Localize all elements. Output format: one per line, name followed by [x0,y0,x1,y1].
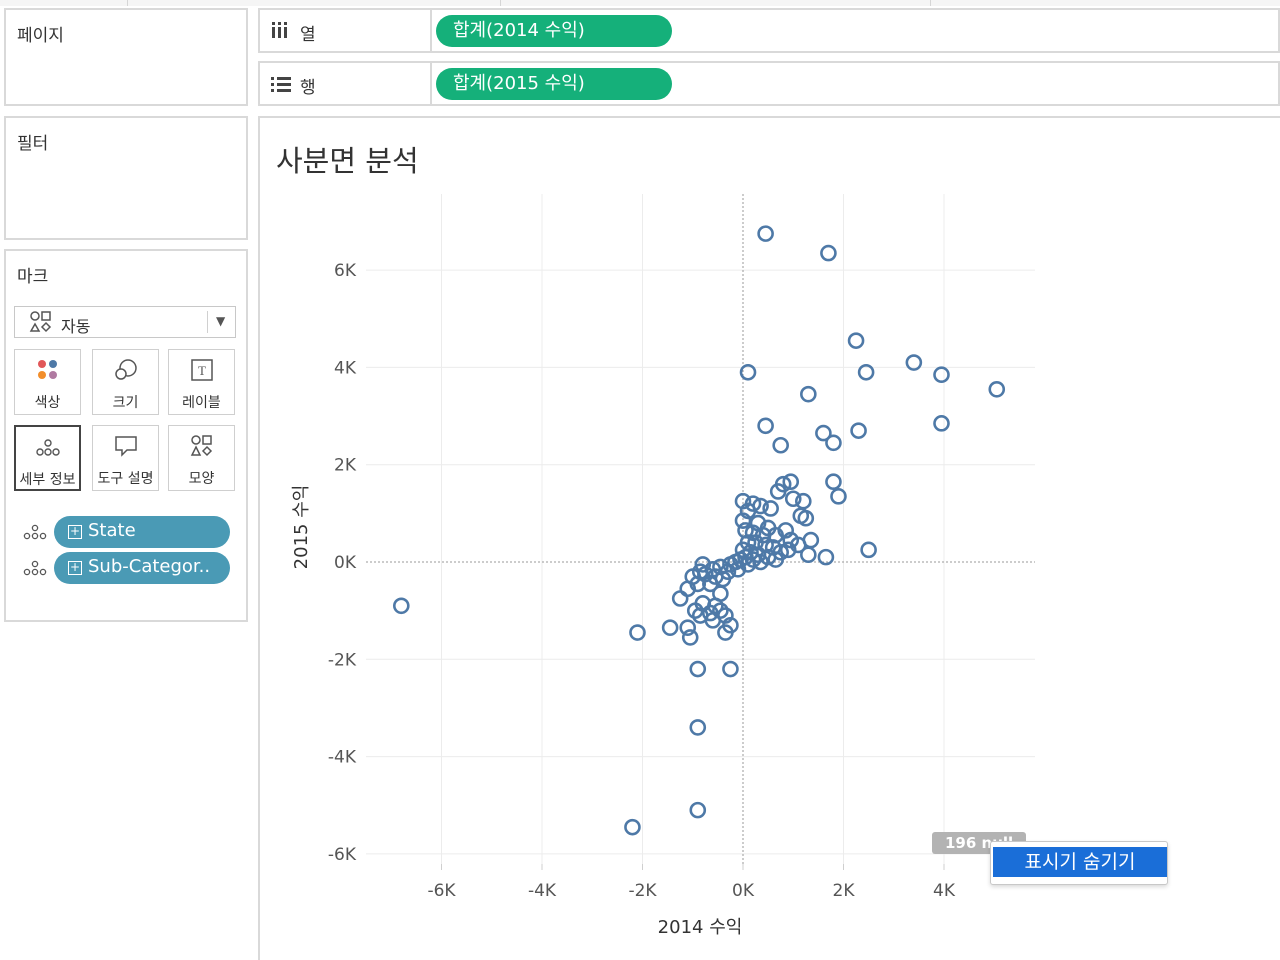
marks-field-subcategory[interactable]: + Sub-Categor.. [22,552,232,584]
x-tick-label: 0K [732,881,755,901]
rows-pill-2015-profit[interactable]: 합계(2015 수익) [436,68,672,100]
rows-icon [270,74,292,99]
color-button[interactable]: 색상 [14,349,81,415]
dropdown-divider [207,311,208,333]
state-field-pill[interactable]: + State [54,516,230,548]
viz-area: 사분면 분석 -6K -4K -2K 0K 2K 4K 6K 4K 2K 0K -2K -4K -6K 2… [258,116,1280,960]
y-tick-label: 2K [334,456,357,476]
y-axis-title: 2015 수익 [291,485,312,570]
chevron-down-icon[interactable]: ▼ [216,314,225,328]
scatter-chart[interactable]: -6K -4K -2K 0K 2K 4K 6K 4K 2K 0K -2K -4K -6K 2014 수익 2… [260,118,1280,960]
shape-button-label: 모양 [188,471,215,487]
columns-shelf[interactable]: 열 합계(2014 수익) [258,8,1280,53]
plot-area [366,194,1035,864]
state-field-label: State [88,520,136,541]
shape-button[interactable]: 모양 [168,425,235,491]
subcategory-field-pill[interactable]: + Sub-Categor.. [54,552,230,584]
columns-icon [270,20,290,45]
filters-card[interactable]: 필터 [4,116,248,240]
rows-shelf-header: 행 [260,63,432,104]
x-tick-label: -6K [427,881,456,901]
top-toolbar-strip [0,0,1280,6]
size-button-label: 크기 [112,395,139,411]
expand-icon[interactable]: + [68,525,82,539]
columns-pill-2014-profit[interactable]: 합계(2014 수익) [436,15,672,47]
y-tick-label: -4K [328,748,357,768]
color-icon [15,358,80,387]
rows-shelf-label: 행 [300,78,316,98]
strip-divider [127,0,128,6]
columns-shelf-header: 열 [260,10,432,51]
rows-shelf[interactable]: 행 합계(2015 수익) [258,61,1280,106]
x-tick-label: 4K [933,881,956,901]
y-tick-label: 0K [334,553,357,573]
y-tick-label: -2K [328,650,357,670]
detail-button[interactable]: 세부 정보 [14,425,81,491]
label-button[interactable]: T 레이블 [168,349,235,415]
expand-icon[interactable]: + [68,561,82,575]
tooltip-icon [93,434,158,463]
hide-indicator-menu-item[interactable]: 표시기 숨기기 [993,847,1167,877]
color-button-label: 색상 [34,395,61,411]
strip-divider [500,0,501,6]
subcategory-field-label: Sub-Categor.. [88,556,211,577]
detail-icon [22,558,48,582]
shape-icon [169,434,234,463]
mark-type-value: 자동 [61,317,91,336]
x-tick-label: -2K [628,881,657,901]
y-tick-label: 4K [334,358,357,378]
pages-card-title: 페이지 [17,26,64,46]
label-button-label: 레이블 [182,395,221,411]
mark-type-dropdown[interactable]: 자동 ▼ [14,306,236,338]
marks-field-state[interactable]: + State [22,516,232,548]
y-tick-label: -6K [328,845,357,865]
auto-mark-icon [29,310,53,339]
size-icon [93,358,158,387]
tooltip-button-label: 도구 설명 [97,471,154,487]
detail-icon [16,435,79,464]
size-button[interactable]: 크기 [92,349,159,415]
label-icon: T [169,358,234,387]
detail-icon [22,522,48,546]
x-axis-title: 2014 수익 [658,917,743,938]
pages-card[interactable]: 페이지 [4,8,248,106]
filters-card-title: 필터 [17,134,49,154]
y-tick-label: 6K [334,261,357,281]
strip-divider [930,0,931,6]
svg-text:T: T [198,363,206,378]
detail-button-label: 세부 정보 [19,472,76,488]
columns-shelf-label: 열 [300,25,316,45]
x-tick-label: 2K [833,881,856,901]
null-indicator-menu: 표시기 숨기기 [990,841,1168,885]
marks-card-title: 마크 [17,267,49,287]
tooltip-button[interactable]: 도구 설명 [92,425,159,491]
x-tick-label: -4K [528,881,557,901]
